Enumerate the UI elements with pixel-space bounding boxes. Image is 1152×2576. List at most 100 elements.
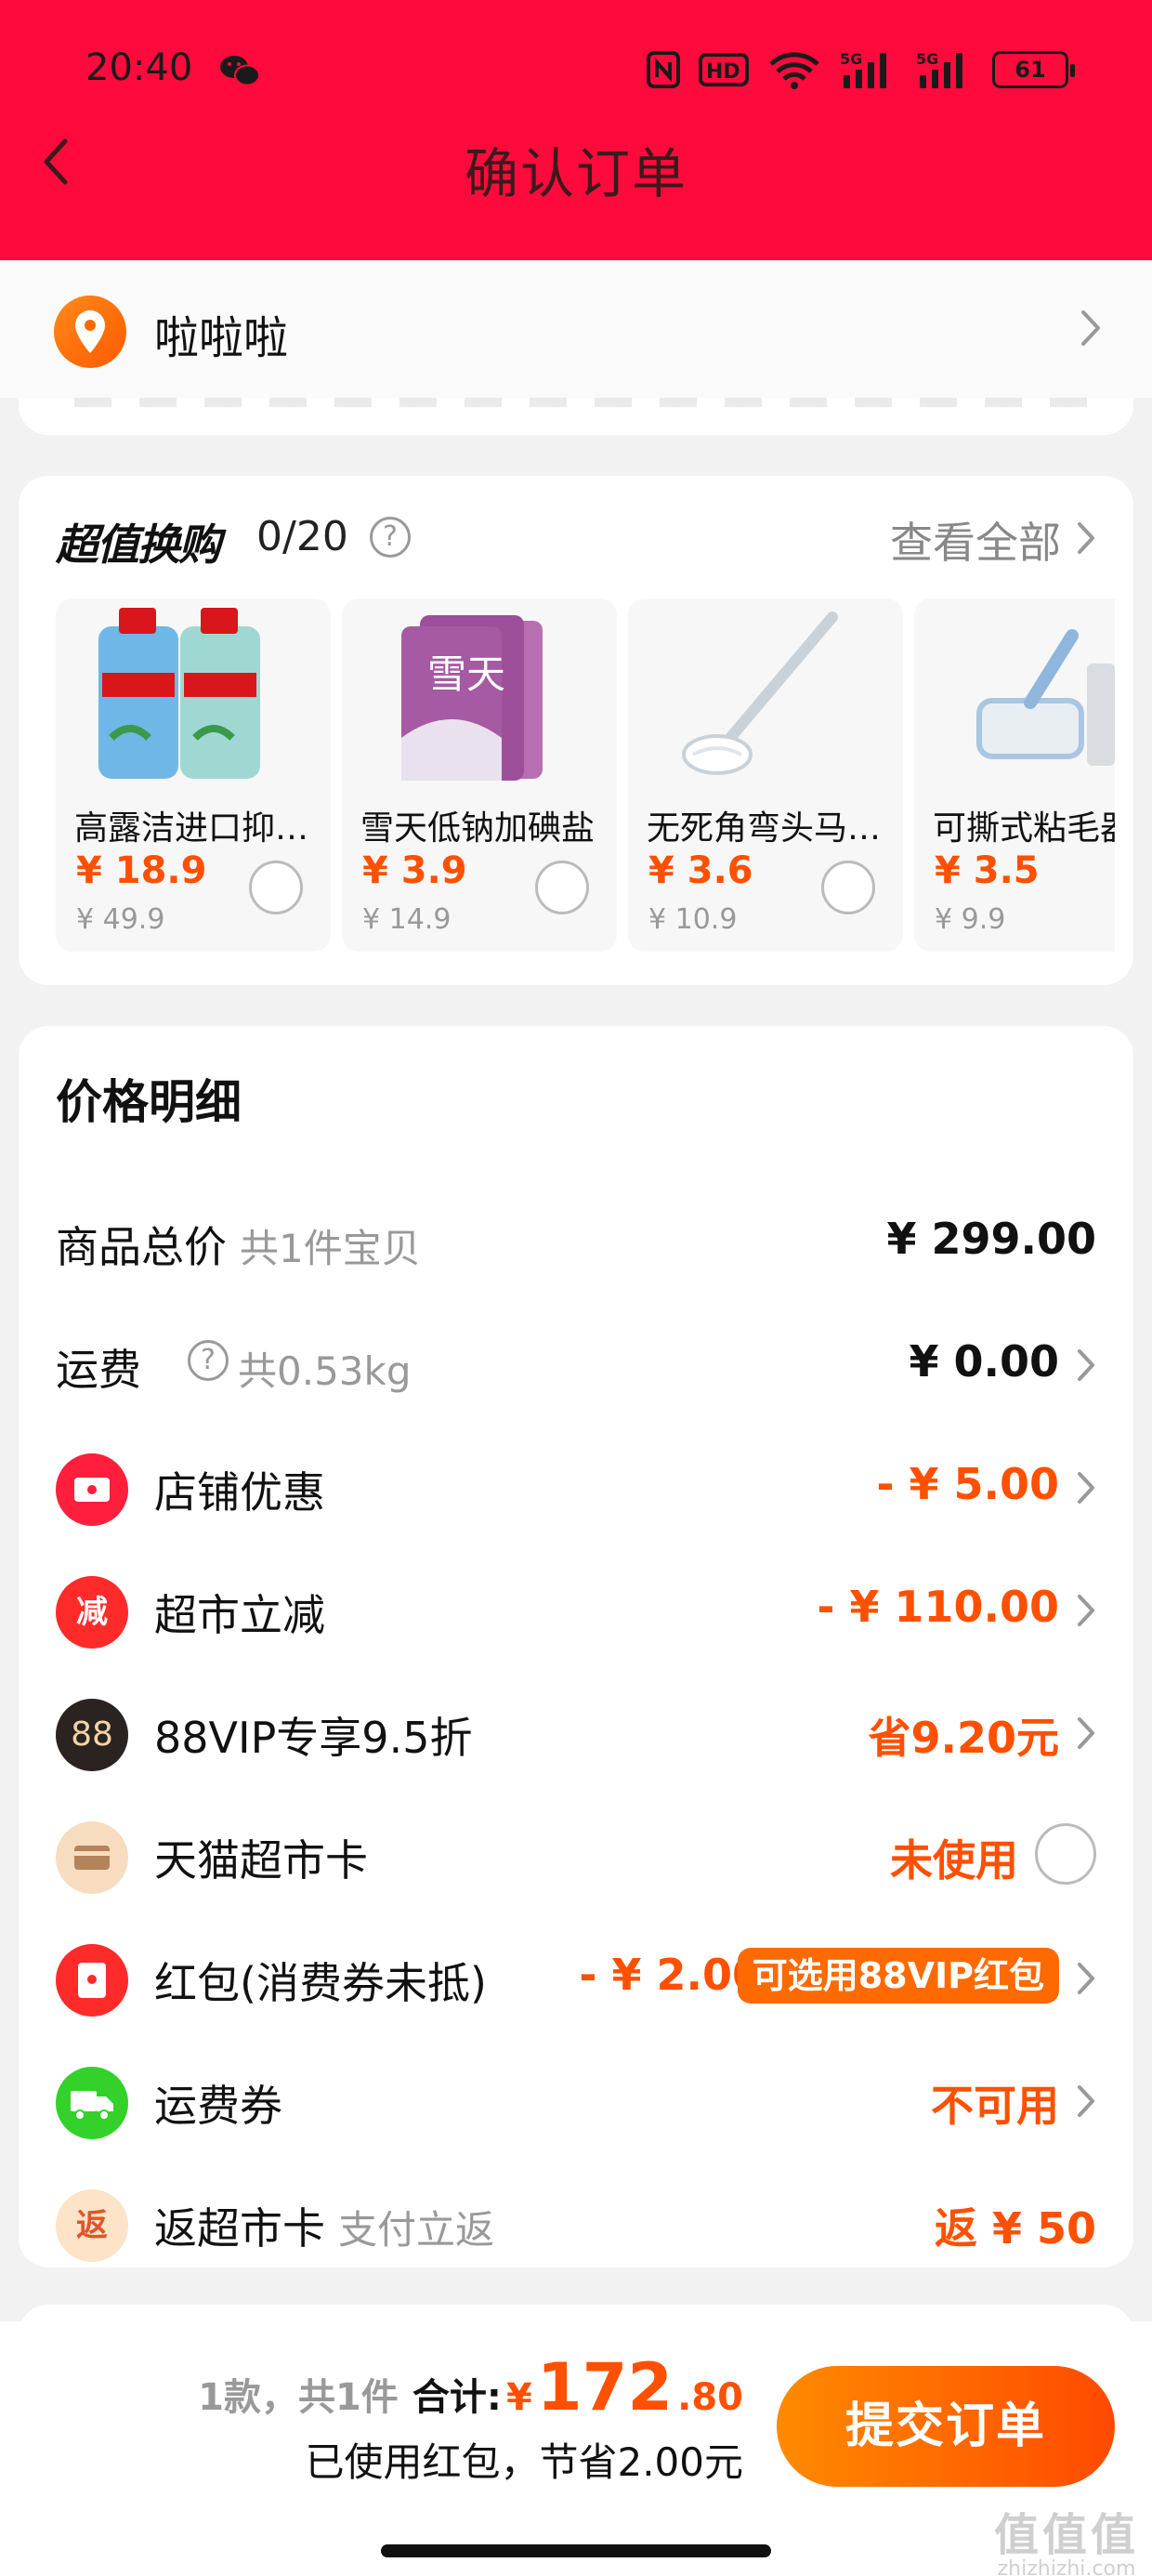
product-name: 雪天低钠加碘盐 — [360, 809, 596, 848]
status-icons: HD 5G 5G 61 — [647, 48, 1075, 91]
chevron-right-icon — [1078, 1472, 1094, 1504]
row-value: 未使用 — [890, 1835, 1018, 1886]
price-row-shipping[interactable]: 运费 ? 共0.53kg ¥ 0.00 — [19, 1312, 1133, 1414]
row-value: ¥ 299.00 — [886, 1214, 1096, 1264]
order-summary: 1款，共1件 合计: ¥ 172 .80 — [198, 2349, 743, 2425]
row-value: - ¥ 5.00 — [876, 1459, 1059, 1509]
page-title: 确认订单 — [464, 142, 687, 205]
saving-text: 已使用红包，节省2.00元 — [305, 2439, 743, 2485]
svg-text:雪天: 雪天 — [427, 651, 505, 697]
exchange-title: 超值换购 — [56, 519, 221, 570]
watermark: 值值值 zhizhizhi.com — [993, 2509, 1139, 2576]
coupon-icon — [56, 1453, 128, 1526]
row-label: 超市立减 — [154, 1590, 325, 1640]
rebate-icon: 返 — [56, 2189, 128, 2262]
row-label: 红包(消费券未抵) — [154, 1958, 487, 2008]
card-toggle-radio[interactable] — [1035, 1823, 1096, 1885]
row-value: - ¥ 2.00 — [579, 1950, 762, 2000]
row-label: 运费券 — [154, 2081, 282, 2131]
product-price: ¥ 3.5 — [935, 849, 1040, 892]
toilet-brush-image — [682, 611, 838, 775]
truck-icon — [56, 2067, 128, 2139]
select-radio[interactable] — [535, 861, 589, 914]
product-card[interactable]: 高露洁进口抑菌漱口水 ¥ 18.9 ¥ 49.9 — [56, 598, 331, 952]
price-row-rebate: 返 返超市卡 支付立返 返 ¥ 50 — [19, 2171, 1133, 2273]
svg-text:HD: HD — [706, 60, 740, 84]
price-row-shop-discount[interactable]: 店铺优惠 - ¥ 5.00 — [19, 1435, 1133, 1537]
product-card[interactable]: 无死角弯头马桶刷 ¥ 3.6 ¥ 10.9 — [628, 598, 903, 952]
address-detail-strip — [19, 398, 1133, 435]
price-row-supermarket-reduction[interactable]: 减 超市立减 - ¥ 110.00 — [19, 1557, 1133, 1660]
row-label: 店铺优惠 — [154, 1467, 325, 1518]
total-currency: ¥ — [505, 2376, 532, 2419]
header: 20:40 HD 5G 5G 61 确认订单 — [0, 0, 1152, 260]
mouthwash-image — [98, 608, 260, 779]
row-sub: 共1件宝贝 — [240, 1226, 421, 1271]
chevron-right-icon — [1078, 1349, 1094, 1381]
row-value: 省9.20元 — [868, 1713, 1060, 1763]
price-detail-card: 价格明细 商品总价 共1件宝贝 ¥ 299.00 运费 ? 共0.53kg ¥ 0… — [19, 1026, 1133, 2267]
total-label: 合计: — [412, 2376, 502, 2419]
chevron-right-icon — [1081, 310, 1100, 346]
price-row-88vip[interactable]: 88 88VIP专享9.5折 省9.20元 — [19, 1680, 1133, 1782]
row-value: 不可用 — [931, 2081, 1059, 2131]
price-row-shipping-coupon[interactable]: 运费券 不可用 — [19, 2048, 1133, 2150]
lint-roller-image — [976, 629, 1115, 766]
view-all-link[interactable]: 查看全部 — [890, 509, 1061, 571]
help-icon[interactable]: ? — [188, 1340, 229, 1381]
product-name: 高露洁进口抑菌漱口水 — [74, 809, 325, 848]
select-radio[interactable] — [821, 861, 875, 914]
row-sub: 共0.53kg — [238, 1348, 412, 1394]
vip-red-envelope-badge[interactable]: 可选用88VIP红包 — [737, 1948, 1059, 2004]
card-icon — [56, 1821, 128, 1894]
product-original-price: ¥ 49.9 — [76, 903, 165, 936]
row-value: ¥ 0.00 — [909, 1336, 1059, 1387]
product-name: 无死角弯头马桶刷 — [647, 809, 897, 848]
product-name: 可撕式粘毛器 — [933, 809, 1115, 848]
price-row-red-envelope[interactable]: 红包(消费券未抵) - ¥ 2.00 可选用88VIP红包 — [19, 1925, 1133, 2028]
product-price: ¥ 3.6 — [648, 849, 753, 892]
divider — [74, 398, 1115, 407]
product-card[interactable]: 可撕式粘毛器 ¥ 3.5 ¥ 9.9 — [914, 598, 1115, 952]
exchange-card: 超值换购 0/20 ? 查看全部 高露洁进口抑菌漱口水 ¥ 18.9 ¥ 49.… — [19, 476, 1133, 985]
help-icon[interactable]: ? — [370, 517, 411, 558]
chevron-right-icon — [1078, 2085, 1094, 2117]
salt-image: 雪天 — [401, 615, 543, 781]
signal-5g-icon-2: 5G — [916, 49, 974, 90]
product-original-price: ¥ 10.9 — [648, 903, 738, 936]
product-price: ¥ 3.9 — [362, 849, 467, 892]
total-decimal: .80 — [677, 2376, 743, 2419]
exchange-count: 0/20 — [256, 513, 348, 560]
product-original-price: ¥ 9.9 — [935, 903, 1006, 936]
wechat-icon — [220, 56, 260, 86]
row-value: 返 ¥ 50 — [934, 2203, 1096, 2254]
battery-icon: 61 — [992, 51, 1075, 88]
hd-icon: HD — [699, 49, 749, 90]
row-value: - ¥ 110.00 — [817, 1582, 1059, 1632]
row-label: 88VIP专享9.5折 — [154, 1713, 473, 1763]
item-count: 1款，共1件 — [198, 2376, 399, 2419]
home-indicator[interactable] — [381, 2544, 771, 2557]
row-sub: 支付立返 — [338, 2207, 495, 2253]
exchange-product-list: 高露洁进口抑菌漱口水 ¥ 18.9 ¥ 49.9 雪天 雪天低钠加碘盐 ¥ 3.… — [56, 598, 1115, 952]
bottom-bar: 1款，共1件 合计: ¥ 172 .80 已使用红包，节省2.00元 提交订单 … — [0, 2321, 1152, 2576]
svg-text:5G: 5G — [916, 50, 938, 68]
product-card[interactable]: 雪天 雪天低钠加碘盐 ¥ 3.9 ¥ 14.9 — [342, 598, 617, 952]
price-row-tmall-card[interactable]: 天猫超市卡 未使用 — [19, 1803, 1133, 1905]
chevron-right-icon — [1078, 1717, 1094, 1749]
svg-text:5G: 5G — [840, 50, 862, 68]
submit-order-button[interactable]: 提交订单 — [777, 2366, 1115, 2487]
reduction-icon: 减 — [56, 1576, 128, 1649]
chevron-right-icon — [1078, 522, 1094, 554]
row-label: 商品总价 共1件宝贝 — [56, 1222, 421, 1272]
select-radio[interactable] — [249, 861, 303, 914]
location-pin-icon — [54, 296, 126, 368]
status-bar: 20:40 HD 5G 5G 61 — [0, 37, 1152, 102]
address-bar[interactable]: 啦啦啦 — [0, 260, 1152, 398]
price-detail-title: 价格明细 — [56, 1075, 242, 1129]
product-price: ¥ 18.9 — [76, 849, 207, 892]
nfc-icon — [647, 49, 680, 90]
total-amount: 172 — [536, 2349, 674, 2425]
status-time: 20:40 — [85, 46, 193, 89]
address-name: 啦啦啦 — [154, 312, 289, 364]
